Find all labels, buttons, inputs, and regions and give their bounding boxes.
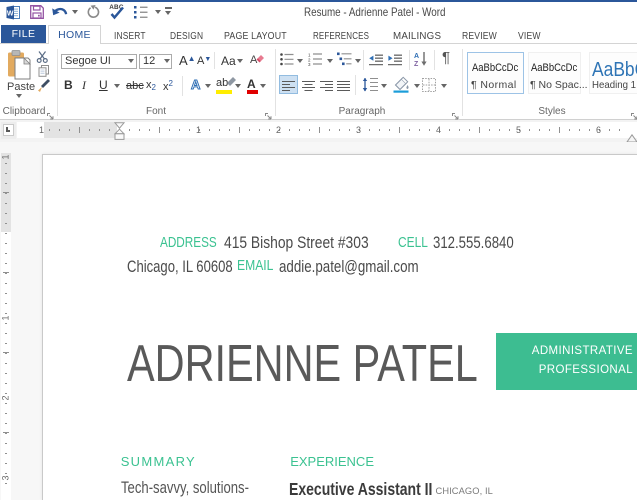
- svg-text:A: A: [414, 53, 419, 60]
- svg-text:W: W: [7, 10, 14, 17]
- svg-text:Z: Z: [414, 61, 419, 67]
- svg-text:3: 3: [308, 62, 311, 66]
- svg-text:A: A: [250, 54, 258, 66]
